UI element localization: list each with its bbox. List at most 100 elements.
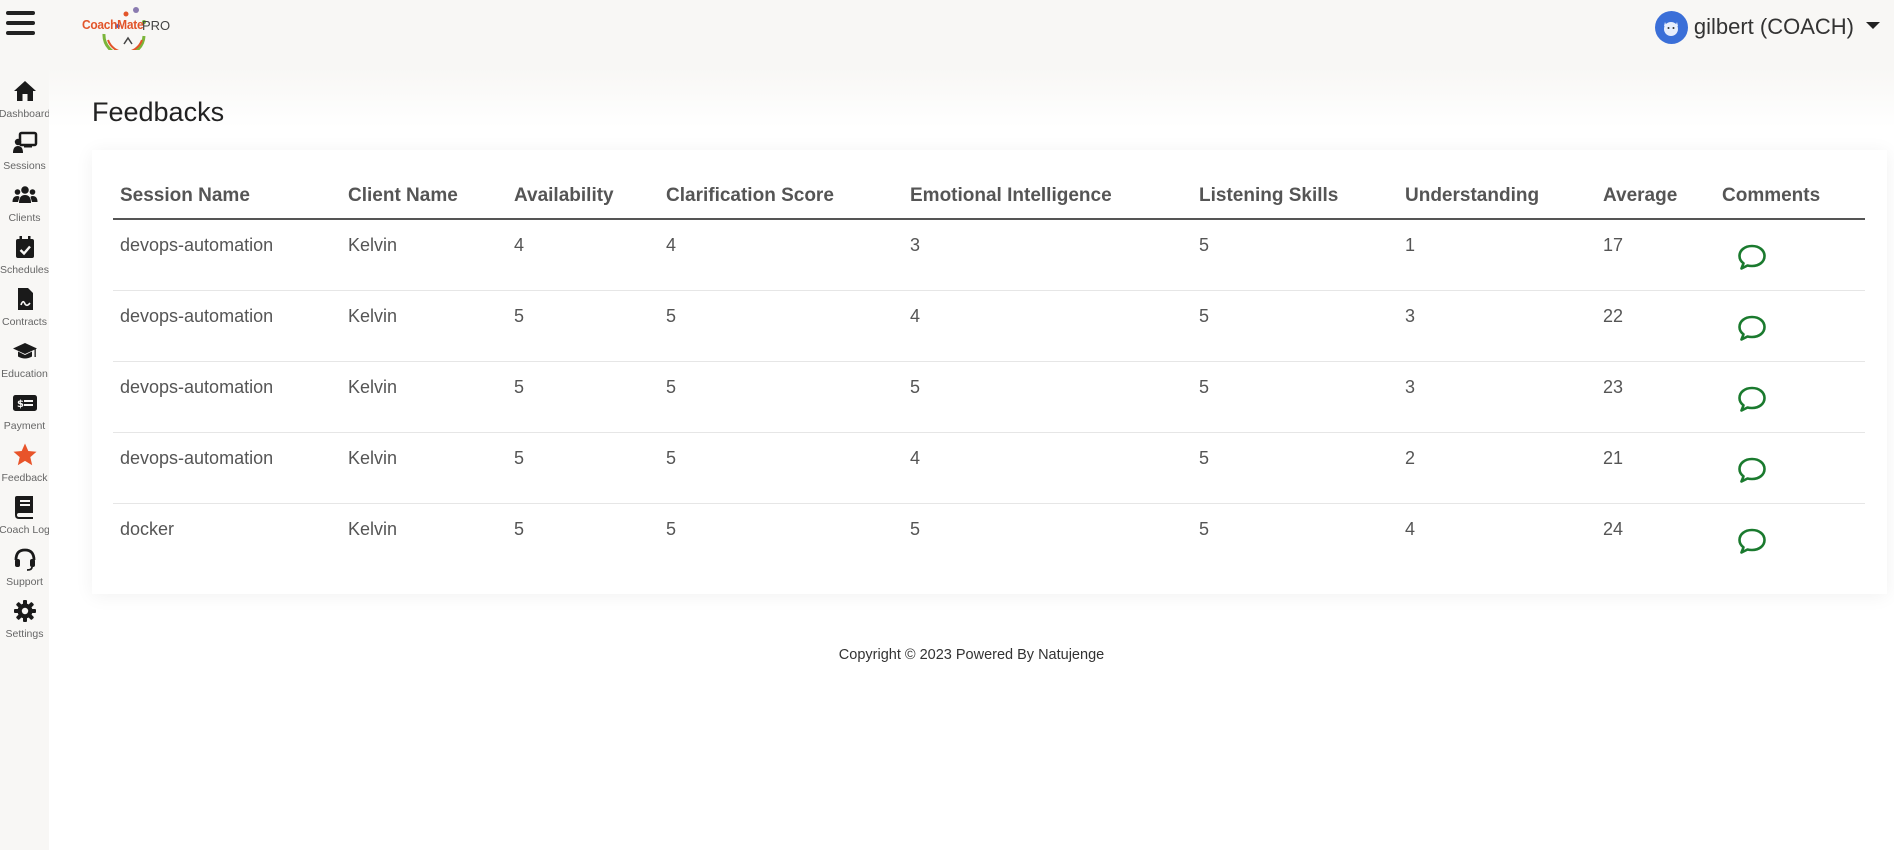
cell-session-name: devops-automation — [113, 290, 341, 362]
sidebar-item-coach-log[interactable]: Coach Log — [0, 494, 50, 546]
cell-client-name: Kelvin — [348, 518, 398, 539]
sidebar-item-dashboard[interactable]: Dashboard — [0, 78, 50, 130]
menu-icon[interactable] — [6, 11, 36, 39]
feedback-table: Session Name Client Name Availability Cl… — [113, 174, 1865, 574]
cell-average: 23 — [1596, 361, 1715, 433]
cell-clarification-score: 5 — [666, 518, 677, 539]
table-row: devops-automation Kelvin 4 4 3 5 1 17 — [113, 219, 1865, 291]
sidebar-item-sessions[interactable]: Sessions — [0, 130, 49, 182]
cell-client-name: Kelvin — [341, 219, 507, 291]
user-menu[interactable]: gilbert (COACH) — [1654, 10, 1880, 44]
table-row: devops-automation Kelvin 5 5 4 5 3 22 — [113, 290, 1865, 362]
content-top-fade — [49, 68, 1894, 128]
cell-client-name: Kelvin — [341, 361, 507, 433]
user-name: gilbert (COACH) — [1693, 14, 1854, 39]
cell-session-name: devops-automation — [113, 432, 341, 504]
cell-clarification-score: 5 — [659, 361, 903, 433]
cell-understanding: 1 — [1398, 219, 1596, 291]
comment-icon[interactable] — [1737, 456, 1767, 484]
cell-comments — [1715, 361, 1865, 433]
cell-comments — [1715, 432, 1865, 504]
cell-emotional-intelligence: 3 — [903, 219, 1192, 291]
cell-emotional-intelligence: 5 — [910, 518, 921, 539]
footer-copyright: Copyright © 2023 Powered By Natujenge — [838, 647, 1105, 663]
gear-icon — [13, 600, 36, 622]
sidebar-item-clients[interactable]: Clients — [0, 182, 49, 234]
sidebar-item-contracts[interactable]: Contracts — [0, 286, 49, 338]
col-average: Average — [1596, 174, 1715, 220]
col-clarification-score: Clarification Score — [659, 174, 903, 220]
payment-icon: $ — [12, 395, 37, 411]
comment-icon[interactable] — [1737, 314, 1767, 342]
cell-availability: 5 — [514, 518, 525, 539]
cell-availability: 5 — [507, 432, 659, 504]
top-navbar: CoachMate PRO gilbert (COACH) — [0, 0, 1894, 68]
logo-pro-text: PRO — [142, 18, 171, 33]
cell-clarification-score: 5 — [659, 290, 903, 362]
cell-session-name: docker — [120, 518, 175, 539]
cell-comments — [1715, 219, 1865, 291]
cell-average: 17 — [1596, 219, 1715, 291]
cell-comments — [1715, 290, 1865, 362]
comment-icon[interactable] — [1737, 385, 1767, 413]
page-title: Feedbacks — [92, 97, 225, 127]
star-icon — [13, 443, 36, 466]
table-row: devops-automation Kelvin 5 5 5 5 3 23 — [113, 361, 1865, 433]
sidebar-item-payment[interactable]: $ Payment — [0, 390, 49, 442]
contract-icon — [17, 288, 33, 310]
comment-icon[interactable] — [1737, 243, 1767, 271]
col-emotional-intelligence: Emotional Intelligence — [903, 174, 1192, 220]
sidebar-item-feedback[interactable]: Feedback — [0, 442, 49, 494]
col-understanding: Understanding — [1398, 174, 1596, 220]
home-icon — [13, 81, 36, 101]
col-availability: Availability — [507, 174, 659, 220]
col-client-name: Client Name — [341, 174, 507, 220]
cell-understanding: 3 — [1398, 290, 1596, 362]
col-listening-skills: Listening Skills — [1192, 174, 1398, 220]
cell-understanding: 3 — [1398, 361, 1596, 433]
cell-session-name: devops-automation — [113, 219, 341, 291]
sessions-icon — [12, 131, 37, 153]
users-icon — [12, 186, 37, 203]
cell-listening-skills: 5 — [1199, 518, 1210, 539]
cell-emotional-intelligence: 5 — [903, 361, 1192, 433]
cell-listening-skills: 5 — [1192, 361, 1398, 433]
table-row: devops-automation Kelvin 5 5 4 5 2 21 — [113, 432, 1865, 504]
feedback-card: Session Name Client Name Availability Cl… — [92, 150, 1887, 594]
cell-listening-skills: 5 — [1192, 219, 1398, 291]
table-header-row: Session Name Client Name Availability Cl… — [113, 174, 1865, 220]
cell-average: 22 — [1596, 290, 1715, 362]
cell-average: 24 — [1603, 518, 1624, 539]
comment-icon[interactable] — [1737, 527, 1767, 555]
app-logo[interactable]: CoachMate PRO — [82, 4, 172, 50]
logo-text: CoachMate — [82, 17, 144, 32]
cell-availability: 5 — [507, 361, 659, 433]
sidebar-item-settings[interactable]: Settings — [0, 598, 49, 650]
col-session-name: Session Name — [113, 174, 341, 220]
cell-client-name: Kelvin — [341, 290, 507, 362]
cell-availability: 5 — [507, 290, 659, 362]
calendar-check-icon — [15, 236, 34, 258]
cell-comments — [1715, 503, 1865, 574]
cell-emotional-intelligence: 4 — [903, 432, 1192, 504]
caret-down-icon[interactable] — [1866, 21, 1880, 29]
cell-session-name: devops-automation — [113, 361, 341, 433]
sidebar-item-education[interactable]: Education — [0, 338, 49, 390]
cell-understanding: 2 — [1398, 432, 1596, 504]
book-icon — [14, 496, 33, 519]
graduation-cap-icon — [12, 343, 37, 359]
cell-average: 21 — [1596, 432, 1715, 504]
col-comments: Comments — [1715, 174, 1865, 220]
cell-listening-skills: 5 — [1192, 432, 1398, 504]
svg-text:$: $ — [17, 399, 24, 410]
cell-understanding: 4 — [1405, 518, 1416, 539]
sidebar-item-support[interactable]: Support — [0, 546, 49, 598]
cell-availability: 4 — [507, 219, 659, 291]
avatar-icon — [1654, 10, 1688, 44]
cell-clarification-score: 5 — [659, 432, 903, 504]
cell-client-name: Kelvin — [341, 432, 507, 504]
sidebar-item-schedules[interactable]: Schedules — [0, 234, 49, 286]
cell-emotional-intelligence: 4 — [903, 290, 1192, 362]
table-row: docker Kelvin 5 5 5 5 4 24 — [113, 503, 1865, 574]
headset-icon — [14, 548, 35, 571]
